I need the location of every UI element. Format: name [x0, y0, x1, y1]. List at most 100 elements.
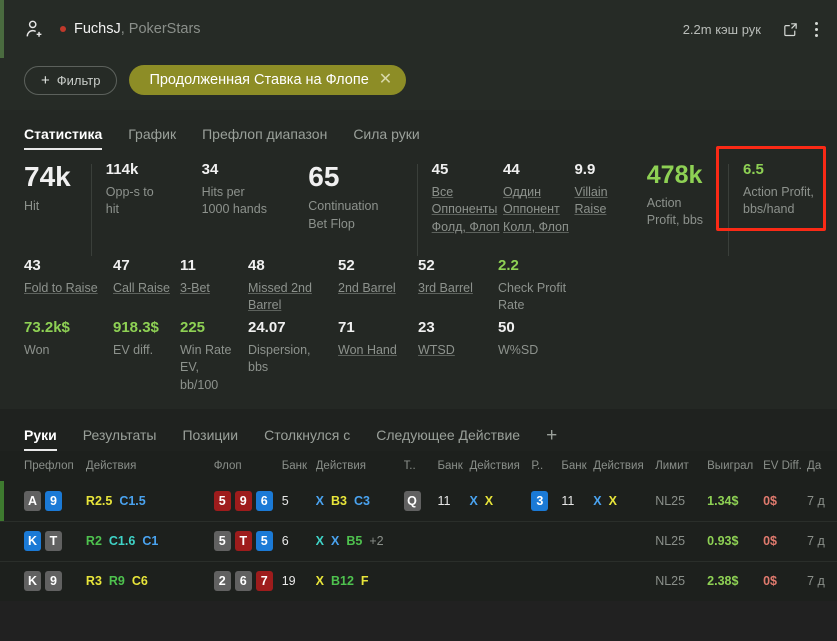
close-icon[interactable]: ✕: [379, 72, 392, 88]
row-accent-bar: [0, 480, 4, 521]
stat-label: Hit: [24, 198, 91, 216]
stat-value: 6.5: [743, 161, 764, 178]
action-token: R2.5: [85, 493, 113, 508]
stat-label-line: 2nd Barrel: [338, 280, 396, 295]
plus-icon: +: [41, 71, 50, 89]
won-cell: 1.34$: [707, 494, 763, 508]
stat-cell: 225 Win Rate EV, bb/100: [180, 319, 248, 395]
column-header[interactable]: Действия: [593, 460, 655, 472]
column-header[interactable]: Банк: [437, 460, 469, 472]
stat-label[interactable]: Call Raise: [113, 280, 180, 298]
add-tab-icon[interactable]: +: [546, 425, 557, 451]
header-top-row: FuchsJ , PokerStars 2.2m кэш рук: [0, 0, 837, 58]
column-header[interactable]: Р..: [531, 460, 561, 472]
stat-label[interactable]: Missed 2nd Barrel: [248, 280, 338, 316]
secondary-tabs: Руки Результаты Позиции Столкнулся с Следующ…: [0, 409, 837, 451]
header-accent-bar: [0, 0, 4, 58]
stat-value: 2.2: [498, 257, 519, 274]
column-header[interactable]: Префлоп: [24, 460, 86, 472]
stat-label[interactable]: Villain Raise: [574, 184, 646, 220]
column-header[interactable]: Действия: [316, 460, 404, 472]
hands-tab-5[interactable]: Следующее Действие: [376, 427, 520, 451]
tab-label: Следующее Действие: [376, 426, 521, 443]
tab-4[interactable]: Сила руки: [353, 126, 419, 150]
tab-1[interactable]: Статистика: [24, 126, 103, 150]
hands-count-label: 2.2m кэш рук: [682, 21, 761, 37]
hands-tab-1[interactable]: Руки: [24, 427, 57, 451]
stat-label[interactable]: Fold to Raise: [24, 280, 113, 298]
stat-label-line: Dispersion,: [248, 342, 311, 357]
action-token: X: [608, 493, 617, 508]
stat-cell: 48 Missed 2nd Barrel: [248, 257, 338, 316]
column-header[interactable]: Банк: [561, 460, 593, 472]
stat-label[interactable]: 3rd Barrel: [418, 280, 498, 298]
action-token: X: [484, 493, 494, 508]
action-token: B12: [330, 574, 354, 589]
stat-label-line: 3rd Barrel: [418, 280, 473, 295]
table-row[interactable]: A 9 R2.5 C1.5 5 9 6 5 X B3 C3 Q 11 X X 3 11 X X NL25 1.34$ 0$…: [0, 480, 837, 521]
table-body: A 9 R2.5 C1.5 5 9 6 5 X B3 C3 Q 11 X X 3 11 X X NL25 1.34$ 0$…: [0, 480, 837, 601]
tab-2[interactable]: График: [128, 126, 176, 150]
table-row[interactable]: K T R2 C1.6 C1 5 T 5 6 X X B5 +2 NL25 0.93$ 0$ 7 д: [0, 520, 837, 561]
pot-value: 11: [561, 493, 575, 508]
stat-label-line: bb/100: [180, 378, 219, 392]
action-token: X: [593, 493, 602, 508]
stat-label[interactable]: Won Hand: [338, 342, 418, 360]
stat-cell: 6.5 Action Profit, bbs/hand: [743, 161, 837, 219]
ev-diff-cell: 0$: [763, 574, 807, 588]
ev-diff-value: 0$: [763, 493, 777, 508]
card-T: T: [234, 531, 252, 552]
column-header[interactable]: Т..: [404, 460, 438, 472]
hands-tab-3[interactable]: Позиции: [182, 427, 238, 451]
add-filter-button[interactable]: + Фильтр: [24, 65, 118, 95]
stat-value: 114k: [105, 161, 139, 178]
column-header[interactable]: Выиграл: [707, 460, 763, 472]
column-header[interactable]: Да: [807, 460, 831, 472]
stat-label[interactable]: Все Оппоненты Фолд, Флоп: [432, 184, 503, 237]
stat-label: Dispersion, bbs: [248, 342, 338, 378]
stat-value: 45: [431, 161, 449, 178]
ev-diff-value: 0$: [763, 574, 777, 589]
hands-tab-4[interactable]: Столкнулся с: [264, 427, 350, 451]
column-header[interactable]: Банк: [282, 460, 316, 472]
open-external-icon[interactable]: [779, 18, 801, 40]
column-header[interactable]: Флоп: [214, 460, 282, 472]
card-6: 6: [255, 490, 273, 511]
stat-label[interactable]: Оддин Оппонент Колл, Флоп: [503, 184, 574, 237]
stat-cell: 45 Все Оппоненты Фолд, Флоп: [431, 161, 503, 237]
card-K: K: [24, 531, 41, 552]
stat-label[interactable]: WTSD: [418, 342, 498, 360]
tab-label: График: [128, 126, 177, 142]
stat-label-line: Missed 2nd: [248, 280, 312, 295]
date-value: 7 д: [807, 574, 825, 589]
action-token: R3: [85, 574, 102, 589]
stats-panel: Статистика График Префлоп диапазон Сила рук…: [0, 110, 837, 409]
hands-section: Руки Результаты Позиции Столкнулся с Следующ…: [0, 408, 837, 601]
column-header[interactable]: Действия: [469, 460, 531, 472]
stat-label-line: W%SD: [498, 342, 539, 357]
active-filter-chip[interactable]: Продолженная Ставка на Флопе ✕: [129, 65, 407, 95]
tab-3[interactable]: Префлоп диапазон: [202, 126, 327, 150]
more-options-icon[interactable]: [807, 21, 825, 37]
flop-cards: 267: [213, 571, 282, 592]
action-token: X: [469, 493, 478, 508]
column-header[interactable]: EV Diff.: [763, 460, 807, 472]
tab-label: Руки: [24, 426, 57, 443]
stat-label-line: Won: [24, 342, 50, 357]
user-add-icon: [24, 18, 46, 40]
active-filter-label: Продолженная Ставка на Флопе: [149, 72, 369, 88]
stat-label-line: Check Profit: [498, 280, 567, 295]
stat-cell: 52 2nd Barrel: [338, 257, 418, 298]
column-header[interactable]: Лимит: [655, 460, 707, 472]
stat-value: 73.2k$: [24, 319, 70, 336]
pot-value: 6: [281, 534, 289, 549]
stat-label-line: 1000 hands: [201, 202, 267, 217]
hands-tab-2[interactable]: Результаты: [83, 427, 157, 451]
card-5: 5: [213, 531, 231, 552]
stat-label-line: WTSD: [418, 342, 455, 357]
river-card: 3: [531, 490, 561, 511]
stat-label[interactable]: 3-Bet: [180, 280, 248, 298]
stat-label[interactable]: 2nd Barrel: [338, 280, 418, 298]
column-header[interactable]: Действия: [86, 460, 214, 472]
table-row[interactable]: K 9 R3 R9 C6 2 6 7 19 X B12 F NL25 2.38$ 0$ 7 д: [0, 560, 837, 601]
